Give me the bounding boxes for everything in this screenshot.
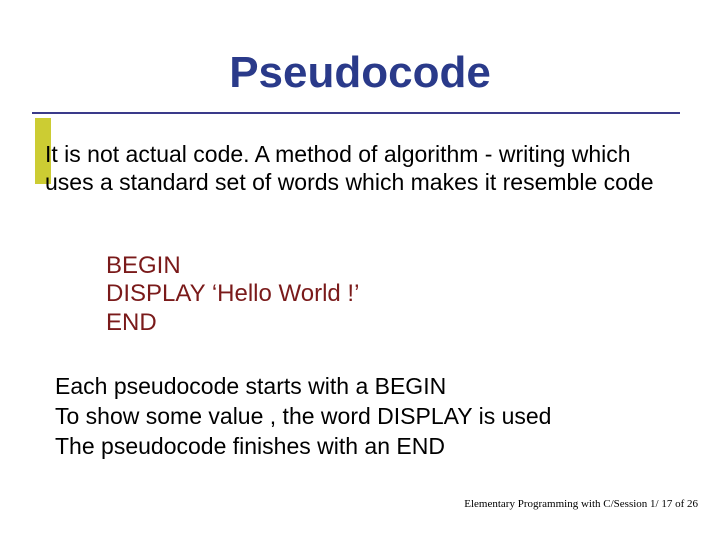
slide-footer: Elementary Programming with C/Session 1/…	[464, 498, 698, 510]
explanation-line-3: The pseudocode finishes with an END	[55, 432, 680, 462]
explanation-paragraph: Each pseudocode starts with a BEGIN To s…	[55, 372, 680, 462]
slide-title: Pseudocode	[0, 48, 720, 104]
explanation-line-1: Each pseudocode starts with a BEGIN	[55, 372, 680, 402]
pseudocode-block: BEGIN DISPLAY ‘Hello World !’ END	[106, 252, 359, 337]
code-line-begin: BEGIN	[106, 252, 359, 280]
slide: Pseudocode It is not actual code. A meth…	[0, 0, 720, 540]
explanation-line-2: To show some value , the word DISPLAY is…	[55, 402, 680, 432]
code-line-display: DISPLAY ‘Hello World !’	[106, 280, 359, 308]
intro-paragraph: It is not actual code. A method of algor…	[45, 140, 680, 196]
title-underline	[32, 112, 680, 114]
code-line-end: END	[106, 309, 359, 337]
title-wrap: Pseudocode	[0, 48, 720, 104]
